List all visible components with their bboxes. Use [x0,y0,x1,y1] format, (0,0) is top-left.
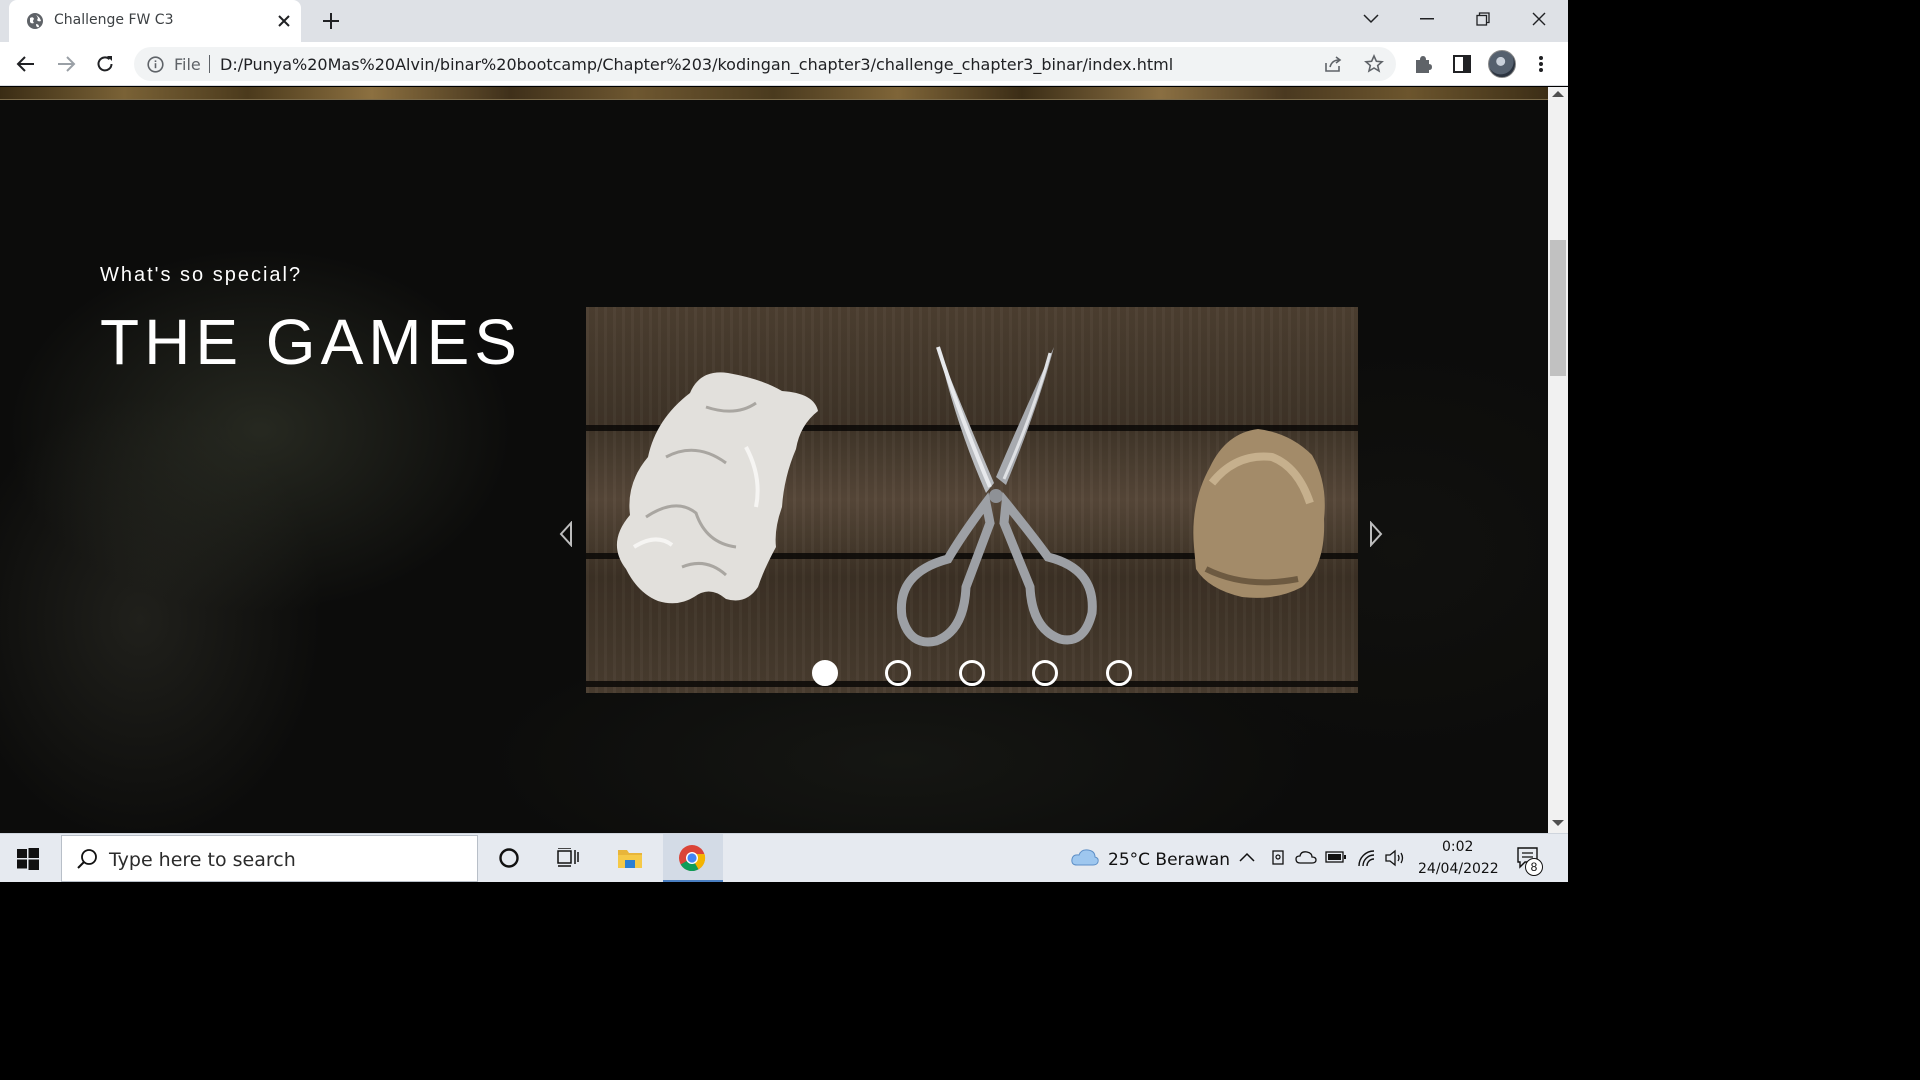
chrome-icon [679,845,706,872]
share-icon[interactable] [1324,55,1344,73]
battery-icon[interactable] [1325,851,1347,863]
more-vertical-icon[interactable] [1529,52,1553,76]
side-panel-icon[interactable] [1450,52,1474,76]
previous-section-edge [0,87,1548,99]
close-icon[interactable] [275,12,293,30]
carousel-next-arrow-icon[interactable] [1368,521,1384,547]
search-icon [77,849,97,869]
crumpled-paper-icon [616,372,818,604]
url-scheme-label: File [174,55,201,74]
browser-toolbar: File D:/Punya%20Mas%20Alvin/binar%20boot… [0,42,1568,86]
section-subtitle: What's so special? [100,264,303,286]
task-view-icon[interactable] [556,846,580,870]
carousel-indicator-2[interactable] [885,660,911,686]
cloud-weather-icon[interactable] [1070,847,1100,867]
clock-date[interactable]: 24/04/2022 [1418,861,1499,877]
back-arrow-icon[interactable] [14,52,38,76]
scissors-icon [896,346,1097,647]
restore-icon[interactable] [1469,7,1497,31]
tab-strip: Challenge FW C3 [0,0,1568,42]
windows-start-icon[interactable] [16,847,40,871]
carousel-indicator-3[interactable] [959,660,985,686]
taskbar-search-input[interactable]: Type here to search [61,835,478,882]
url-separator [209,55,210,73]
onedrive-cloud-icon[interactable] [1295,850,1317,864]
info-icon[interactable] [147,56,164,73]
scroll-up-icon[interactable] [1552,91,1564,97]
forward-arrow-icon[interactable] [54,52,78,76]
carousel-indicators [586,660,1358,686]
scroll-down-icon[interactable] [1552,820,1564,826]
weather-text[interactable]: 25°C Berawan [1108,850,1230,870]
rock-icon [1193,429,1325,598]
section-heading: THE GAMES [100,306,522,378]
wifi-icon[interactable] [1357,849,1377,867]
volume-icon[interactable] [1384,849,1406,867]
scrollbar-thumb[interactable] [1550,240,1566,376]
tab-active[interactable]: Challenge FW C3 [9,0,301,42]
file-explorer-icon[interactable] [616,845,644,871]
address-bar[interactable]: File D:/Punya%20Mas%20Alvin/binar%20boot… [134,47,1396,81]
window-close-icon[interactable] [1525,7,1553,31]
carousel-indicator-1[interactable] [812,660,838,686]
carousel-indicator-5[interactable] [1106,660,1132,686]
device-icon[interactable] [1270,849,1286,867]
web-page: What's so special? THE GAMES [0,87,1548,833]
minimize-icon[interactable] [1413,7,1441,31]
carousel-indicator-4[interactable] [1032,660,1058,686]
windows-taskbar: Type here to search 25°C Berawan 0:02 24… [0,833,1568,882]
tab-search-chevron-down-icon[interactable] [1357,7,1385,31]
carousel-prev-arrow-icon[interactable] [558,521,574,547]
notification-count-badge: 8 [1525,858,1543,876]
chevron-up-icon[interactable] [1239,852,1255,862]
games-carousel[interactable] [586,307,1358,693]
new-tab-icon[interactable] [320,10,342,32]
page-scrollbar[interactable] [1548,87,1568,833]
taskbar-chrome-button[interactable] [663,834,723,882]
cortana-circle-icon[interactable] [497,846,521,870]
globe-icon [27,13,43,29]
extensions-puzzle-icon[interactable] [1411,52,1435,76]
bookmark-star-icon[interactable] [1364,54,1384,74]
clock-time[interactable]: 0:02 [1442,839,1473,855]
profile-avatar[interactable] [1488,50,1516,78]
tab-title: Challenge FW C3 [54,12,174,28]
carousel-slide-image [616,346,1325,647]
reload-icon[interactable] [93,52,117,76]
taskbar-search-placeholder: Type here to search [109,849,296,871]
url-text[interactable]: D:/Punya%20Mas%20Alvin/binar%20bootcamp/… [220,55,1173,74]
